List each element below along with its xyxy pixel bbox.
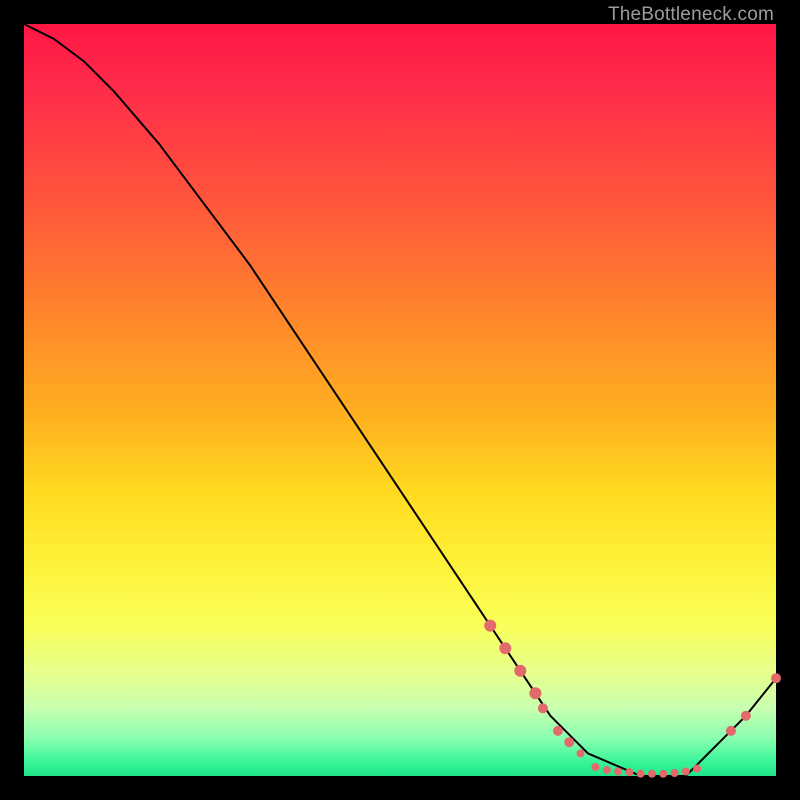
data-marker — [637, 770, 645, 778]
data-marker — [771, 673, 781, 683]
data-marker — [564, 737, 574, 747]
data-marker — [553, 726, 563, 736]
data-marker — [625, 768, 633, 776]
data-marker — [614, 768, 622, 776]
data-marker — [659, 770, 667, 778]
data-marker — [529, 687, 541, 699]
data-marker — [577, 749, 585, 757]
bottleneck-curve-path — [24, 24, 776, 776]
data-marker — [671, 769, 679, 777]
data-marker — [648, 770, 656, 778]
chart-svg — [24, 24, 776, 776]
data-marker — [499, 642, 511, 654]
data-marker — [726, 726, 736, 736]
data-marker — [693, 765, 701, 773]
data-marker — [682, 768, 690, 776]
data-marker — [592, 763, 600, 771]
data-marker — [603, 766, 611, 774]
chart-frame: TheBottleneck.com — [0, 0, 800, 800]
data-marker — [484, 620, 496, 632]
chart-plot-area — [24, 24, 776, 776]
data-marker — [514, 665, 526, 677]
watermark-label: TheBottleneck.com — [608, 4, 774, 26]
marker-layer — [484, 620, 781, 778]
data-marker — [538, 703, 548, 713]
data-marker — [741, 711, 751, 721]
